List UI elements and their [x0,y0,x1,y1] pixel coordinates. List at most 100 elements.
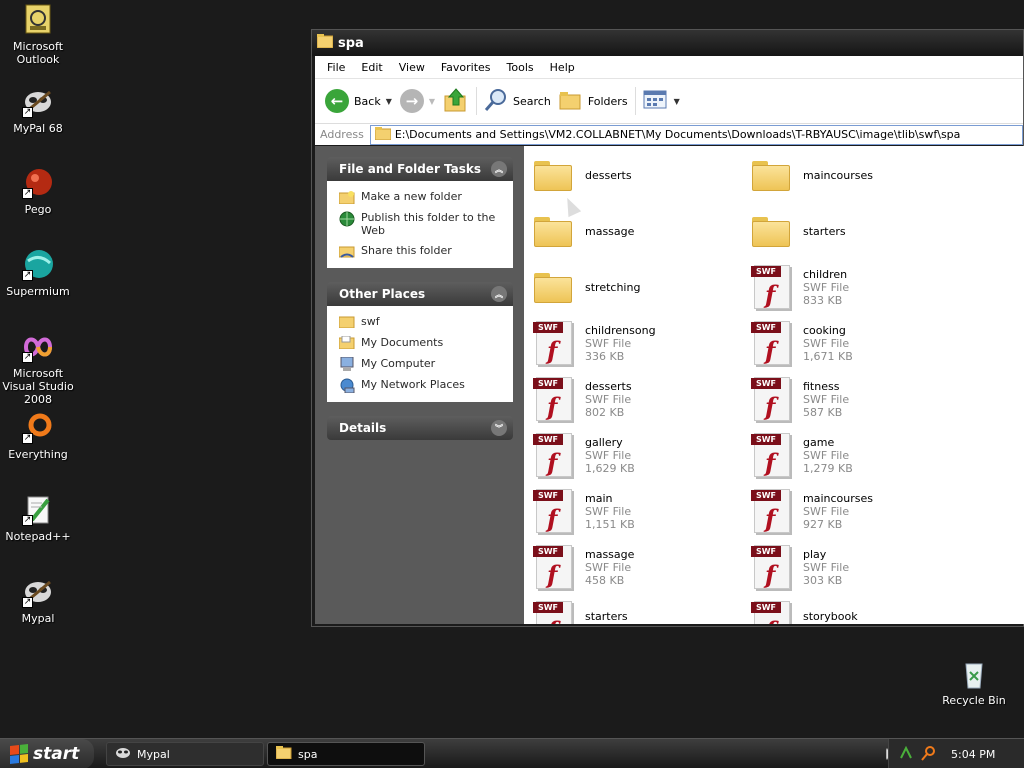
swf-file-item[interactable]: SWF f game SWF File 1,279 KB [748,428,958,482]
start-button[interactable]: start [0,739,94,768]
swf-file-item[interactable]: SWF f play SWF File 303 KB [748,540,958,594]
taskbar-button-spa[interactable]: spa [267,742,425,766]
swf-file-item[interactable]: SWF f children SWF File 833 KB [748,260,958,314]
panel-title: Details [339,421,387,435]
item-size: 1,279 KB [803,461,853,475]
menu-edit[interactable]: Edit [353,61,390,74]
desktop-icon-outlook[interactable]: Microsoft Outlook [0,4,78,66]
recycle-bin-icon [958,658,990,690]
menu-file[interactable]: File [319,61,353,74]
desktop-icon-everything[interactable]: ↗ Everything [0,412,78,461]
file-folder-tasks-panel: File and Folder Tasks ︽ Make a new folde… [327,157,513,268]
item-type: SWF File [585,504,632,518]
menu-tools[interactable]: Tools [499,61,542,74]
folders-button[interactable]: Folders [555,85,632,117]
my-documents-icon [338,335,355,350]
panel-title: File and Folder Tasks [339,162,482,176]
search-label: Search [513,94,551,108]
folder-item[interactable]: massage [530,204,740,258]
network-icon[interactable] [899,745,913,763]
desktop-icon-mypal[interactable]: ↗ Mypal [0,576,78,625]
desktop-icon-label: Recycle Bin [942,694,1006,707]
back-arrow-icon: ← [325,89,349,113]
details-panel: Details ︾ [327,416,513,440]
swf-file-item[interactable]: SWF f maincourses SWF File 927 KB [748,484,958,538]
other-places-header[interactable]: Other Places ︽ [327,282,513,306]
everything-tray-icon[interactable] [921,745,937,764]
swf-file-item[interactable]: SWF f cooking SWF File 1,671 KB [748,316,958,370]
desktop-icon-label: Microsoft Outlook [12,40,64,66]
new-folder-icon [338,190,355,205]
supermium-icon: ↗ [22,249,54,281]
desktop-icon-pego[interactable]: ↗ Pego [0,167,78,216]
taskbar-label: Mypal [137,747,170,761]
swf-file-item[interactable]: SWF f fitness SWF File 587 KB [748,372,958,426]
desktop-icon-supermium[interactable]: ↗ Supermium [0,249,78,298]
my-computer-icon [339,356,355,371]
search-button[interactable]: Search [480,85,555,117]
folder-icon [530,151,578,199]
item-name: cooking [803,323,846,337]
system-tray: 5:04 PM [888,739,1024,768]
task-publish-folder[interactable]: Publish this folder to the Web [339,211,505,237]
window-titlebar[interactable]: spa [312,30,1023,56]
item-type: SWF File [803,504,850,518]
desktop-icon-label: Supermium [6,285,70,298]
mypal-icon: ↗ [22,576,54,608]
details-header[interactable]: Details ︾ [327,416,513,440]
task-pane: File and Folder Tasks ︽ Make a new folde… [315,146,524,624]
folder-item[interactable]: starters [748,204,958,258]
item-name: starters [585,610,628,623]
folder-item[interactable]: stretching [530,260,740,314]
item-type: SWF File [803,448,850,462]
place-my-computer[interactable]: My Computer [339,356,505,371]
menu-favorites[interactable]: Favorites [433,61,499,74]
swf-file-item[interactable]: SWFf startersSWF File [530,596,740,624]
desktop-icon-recycle-bin[interactable]: Recycle Bin [934,658,1014,707]
folder-item[interactable]: maincourses [748,148,958,202]
chevron-up-icon[interactable]: ︽ [491,286,507,302]
place-my-documents[interactable]: My Documents [338,335,505,350]
swf-file-item[interactable]: SWF f desserts SWF File 802 KB [530,372,740,426]
task-share-folder[interactable]: Share this folder [338,244,505,258]
chevron-down-icon[interactable]: ︾ [491,420,507,436]
flash-file-icon: SWFf [530,431,578,479]
swf-file-item[interactable]: SWF f gallery SWF File 1,629 KB [530,428,740,482]
back-button[interactable]: ← Back ▼ [321,85,396,117]
swf-file-item[interactable]: SWF f childrensong SWF File 336 KB [530,316,740,370]
chevron-down-icon[interactable]: ▼ [386,97,392,106]
chevron-down-icon: ▼ [673,96,680,106]
task-make-new-folder[interactable]: Make a new folder [338,190,505,205]
file-folder-tasks-header[interactable]: File and Folder Tasks ︽ [327,157,513,181]
desktop-icon-notepadpp[interactable]: ↗ Notepad++ [0,494,78,543]
flash-file-icon: SWFf [748,543,796,591]
place-my-network[interactable]: My Network Places [339,378,505,394]
item-size: 458 KB [585,573,625,587]
desktop-icon-visual-studio[interactable]: ↗ Microsoft Visual Studio 2008 [0,331,78,406]
flash-file-icon: SWFf [748,487,796,535]
place-swf[interactable]: swf [338,315,505,329]
taskbar-button-mypal[interactable]: Mypal [106,742,264,766]
flash-file-icon: SWFf [748,375,796,423]
menu-help[interactable]: Help [542,61,583,74]
swf-file-item[interactable]: SWF f massage SWF File 458 KB [530,540,740,594]
swf-file-item[interactable]: SWF f main SWF File 1,151 KB [530,484,740,538]
item-type: SWF File [803,280,850,294]
forward-button[interactable]: → ▼ [396,85,439,117]
address-input[interactable]: E:\Documents and Settings\VM2.COLLABNET\… [369,124,1023,145]
other-places-panel: Other Places ︽ swf My Documents My Compu… [327,282,513,402]
taskbar: start Mypal spa 5:04 PM [0,738,1024,768]
desktop-icon-mypal68[interactable]: ↗ MyPal 68 [0,86,78,135]
swf-file-item[interactable]: SWFf storybookSWF File [748,596,958,624]
notepadpp-icon: ↗ [22,494,54,526]
up-folder-button[interactable] [439,85,473,117]
folder-icon [748,151,796,199]
forward-arrow-icon: → [399,89,424,113]
chevron-down-icon[interactable]: ▼ [429,97,435,106]
chevron-up-icon[interactable]: ︽ [491,161,507,177]
toolbar-separator [634,87,636,115]
folder-item[interactable]: desserts [530,148,740,202]
flash-file-icon: SWFf [530,487,578,535]
menu-view[interactable]: View [391,61,433,74]
views-button[interactable]: ▼ [639,85,684,117]
